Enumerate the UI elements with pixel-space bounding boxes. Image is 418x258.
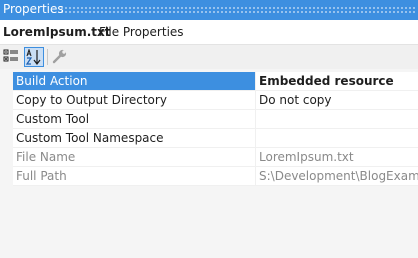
properties-toolbar bbox=[0, 45, 418, 69]
property-name-cell[interactable]: Custom Tool bbox=[13, 110, 256, 129]
row-gutter bbox=[0, 129, 13, 148]
categorized-icon bbox=[3, 49, 18, 62]
property-row[interactable]: Copy to Output Directory Do not copy bbox=[0, 91, 418, 110]
property-row[interactable]: File Name LoremIpsum.txt bbox=[0, 148, 418, 167]
selected-object-type: File Properties bbox=[99, 25, 184, 39]
row-gutter bbox=[0, 110, 13, 129]
properties-title-bar[interactable]: Properties bbox=[0, 0, 418, 20]
row-gutter bbox=[0, 167, 13, 186]
property-value: LoremIpsum.txt bbox=[259, 150, 354, 164]
property-value: Embedded resource bbox=[259, 74, 394, 88]
title-bar-grip[interactable] bbox=[60, 6, 415, 13]
property-value: Do not copy bbox=[259, 93, 332, 107]
property-value-cell: LoremIpsum.txt bbox=[256, 148, 418, 167]
object-selector[interactable]: LoremIpsum.txt File Properties bbox=[0, 20, 418, 45]
property-grid: Build Action Embedded resource Copy to Out… bbox=[0, 72, 418, 186]
alphabetical-button[interactable] bbox=[24, 47, 44, 67]
alphabetical-sort-icon bbox=[26, 49, 41, 65]
property-value-cell[interactable]: Do not copy bbox=[256, 91, 418, 110]
property-row[interactable]: Custom Tool Namespace bbox=[0, 129, 418, 148]
property-name-cell[interactable]: File Name bbox=[13, 148, 256, 167]
property-value: S:\Development\BlogExample bbox=[259, 169, 418, 183]
property-name: Full Path bbox=[16, 169, 67, 183]
window-title: Properties bbox=[3, 2, 64, 16]
property-value-cell[interactable] bbox=[256, 110, 418, 129]
property-row[interactable]: Build Action Embedded resource bbox=[0, 72, 418, 91]
property-name: Copy to Output Directory bbox=[16, 93, 167, 107]
wrench-icon bbox=[52, 49, 67, 64]
property-name-cell[interactable]: Build Action bbox=[13, 72, 256, 91]
property-name: Build Action bbox=[16, 74, 88, 88]
property-name: File Name bbox=[16, 150, 76, 164]
categorized-button[interactable] bbox=[2, 47, 22, 67]
row-gutter bbox=[0, 72, 13, 91]
property-row[interactable]: Full Path S:\Development\BlogExample bbox=[0, 167, 418, 186]
property-value-cell[interactable]: Embedded resource bbox=[256, 72, 418, 91]
row-gutter bbox=[0, 91, 13, 110]
property-name-cell[interactable]: Custom Tool Namespace bbox=[13, 129, 256, 148]
selected-object-name: LoremIpsum.txt bbox=[3, 25, 111, 39]
property-name: Custom Tool bbox=[16, 112, 90, 126]
property-value-cell[interactable] bbox=[256, 129, 418, 148]
property-name-cell[interactable]: Full Path bbox=[13, 167, 256, 186]
toolbar-separator bbox=[47, 49, 48, 65]
property-name: Custom Tool Namespace bbox=[16, 131, 164, 145]
property-value-cell: S:\Development\BlogExample bbox=[256, 167, 418, 186]
row-gutter bbox=[0, 148, 13, 167]
property-name-cell[interactable]: Copy to Output Directory bbox=[13, 91, 256, 110]
property-pages-button[interactable] bbox=[51, 47, 71, 67]
property-row[interactable]: Custom Tool bbox=[0, 110, 418, 129]
